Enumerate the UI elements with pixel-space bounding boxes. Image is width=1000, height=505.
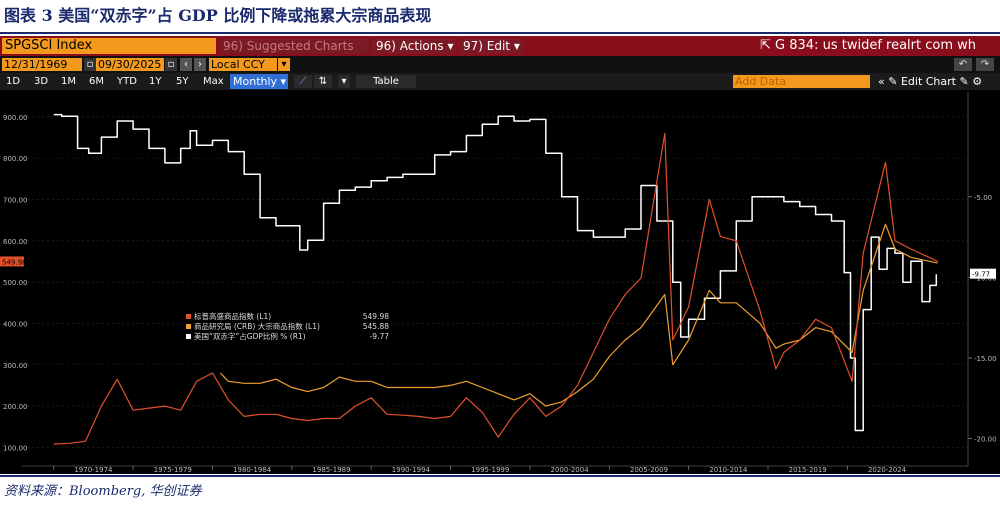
edit-menu[interactable]: 97) Edit ▾ — [459, 38, 523, 54]
left-tick-label: 600.00 — [3, 238, 28, 246]
legend-label: 标普高盛商品指数 (L1) — [194, 311, 271, 321]
left-tick-label: 100.00 — [3, 444, 28, 452]
chart-grid — [22, 116, 968, 448]
range-1d[interactable]: 1D — [6, 75, 20, 88]
legend-value: -9.77 — [370, 332, 390, 341]
collapse-icon: « — [878, 75, 885, 88]
date-range-bar: 12/31/1969 ▫ 09/30/2025 ▫ ‹ › Local CCY … — [0, 56, 1000, 73]
x-tick-label: 1980-1984 — [233, 466, 272, 474]
legend-value: 549.98 — [363, 312, 389, 321]
left-tick-label: 900.00 — [3, 114, 28, 122]
command-line[interactable]: ⇱ G 834: us twidef realrt com wh — [760, 38, 998, 54]
edit-icon: ✎ — [959, 75, 969, 88]
value-tags: 549.98 -9.77 — [0, 256, 996, 279]
redo-icon[interactable]: ↷ — [976, 58, 994, 71]
calendar-icon[interactable]: ▫ — [165, 58, 177, 71]
right-tick-label: -5.00 — [974, 194, 992, 202]
series-line-0 — [53, 132, 939, 445]
bloomberg-terminal: SPGSCI Index 96) Suggested Charts 96) Ac… — [0, 36, 1000, 474]
legend-swatch — [186, 324, 191, 329]
range-5y[interactable]: 5Y — [176, 75, 188, 88]
source-note: 资料来源：Bloomberg, 华创证券 — [4, 484, 202, 499]
edit-chart-button[interactable]: « ✎ Edit Chart ✎ ⚙ — [878, 75, 998, 88]
left-tick-label: 200.00 — [3, 403, 28, 411]
legend-swatch — [186, 314, 191, 319]
line-chart-icon[interactable]: ⟋ — [294, 75, 312, 88]
chart-legend: 标普高盛商品指数 (L1) 549.98 商品研究局 (CRB) 大宗商品指数 (L… — [183, 310, 393, 344]
x-tick-label: 1985-1989 — [312, 466, 350, 474]
frequency-label: Monthly — [233, 75, 278, 88]
start-date-field[interactable]: 12/31/1969 — [2, 58, 82, 71]
legend-value: 545.88 — [363, 322, 389, 331]
line-chart: 100.00 200.00 300.00 400.00 500.00 600.00 700.… — [0, 92, 997, 474]
range-3d[interactable]: 3D — [34, 75, 48, 88]
right-tick-label: -20.00 — [974, 436, 997, 444]
x-axis: 1970-1974 1975-1979 1980-1984 1985-1989 1990… — [22, 465, 968, 474]
end-date-field[interactable]: 09/30/2025 — [96, 58, 164, 71]
x-tick-label: 2000-2004 — [551, 466, 590, 474]
left-tick-label: 700.00 — [3, 196, 28, 204]
external-link-icon: ⇱ — [760, 38, 771, 53]
ticker-field[interactable]: SPGSCI Index — [2, 38, 216, 54]
range-1m[interactable]: 1M — [61, 75, 76, 88]
series-lines — [53, 113, 939, 445]
right-tick-label: -15.00 — [974, 355, 997, 363]
terminal-header-bar: SPGSCI Index 96) Suggested Charts 96) Ac… — [0, 36, 1000, 56]
actions-label: 96) Actions — [376, 39, 444, 53]
legend-swatch — [186, 334, 191, 339]
undo-icon[interactable]: ↶ — [954, 58, 972, 71]
left-tick-label: 500.00 — [3, 279, 28, 287]
range-6m[interactable]: 6M — [89, 75, 104, 88]
suggested-charts-menu[interactable]: 96) Suggested Charts — [219, 38, 369, 54]
range-max[interactable]: Max — [203, 75, 224, 88]
pencil-icon: ✎ — [888, 75, 898, 88]
gear-icon: ⚙ — [972, 75, 983, 88]
left-tick-label: 400.00 — [3, 320, 28, 328]
deficit-tag-label: -9.77 — [972, 271, 990, 279]
title-rule — [0, 32, 1000, 34]
add-data-input[interactable]: Add Data — [733, 75, 870, 88]
x-tick-label: 1995-1999 — [471, 466, 509, 474]
command-text: G 834: us twidef realrt com wh — [775, 38, 977, 53]
actions-menu[interactable]: 96) Actions ▾ — [372, 38, 456, 54]
frequency-select[interactable]: Monthly ▾ — [230, 74, 288, 89]
left-tick-label: 300.00 — [3, 362, 28, 370]
source-rule — [0, 475, 1000, 477]
x-tick-label: 2015-2019 — [789, 466, 827, 474]
x-tick-label: 2020-2024 — [868, 466, 907, 474]
right-axis: -5.00-10.00-15.00-20.00 — [967, 92, 997, 466]
chevron-down-icon[interactable]: ▾ — [278, 58, 290, 71]
previous-period-button[interactable]: ‹ — [180, 58, 192, 71]
next-period-button[interactable]: › — [194, 58, 206, 71]
edit-chart-label: Edit Chart — [900, 75, 956, 88]
x-tick-label: 1975-1979 — [154, 466, 192, 474]
x-tick-label: 1970-1974 — [74, 466, 113, 474]
figure-title: 图表 3 美国“双赤字”占 GDP 比例下降或拖累大宗商品表现 — [4, 6, 432, 25]
calendar-icon[interactable]: ▫ — [84, 58, 96, 71]
x-tick-label: 1990-1994 — [392, 466, 431, 474]
table-button[interactable]: Table — [356, 75, 416, 88]
chevron-down-icon: ▾ — [513, 39, 520, 53]
legend-label: 美国“双赤字”占GDP比例 % (R1) — [194, 331, 306, 341]
left-tick-label: 800.00 — [3, 155, 28, 163]
x-tick-label: 2005-2009 — [630, 466, 668, 474]
range-ytd[interactable]: YTD — [117, 75, 137, 88]
chevron-down-icon[interactable]: ▾ — [338, 75, 350, 88]
legend-label: 商品研究局 (CRB) 大宗商品指数 (L1) — [194, 321, 320, 331]
x-tick-label: 2010-2014 — [709, 466, 748, 474]
series-line-2 — [53, 113, 938, 432]
chevron-down-icon: ▾ — [280, 75, 287, 88]
chart-toolbar: 1D 3D 1M 6M YTD 1Y 5Y Max Monthly ▾ ⟋ ⇅ … — [0, 73, 1000, 90]
bar-chart-icon[interactable]: ⇅ — [314, 75, 332, 88]
edit-label: 97) Edit — [463, 39, 511, 53]
left-axis: 100.00 200.00 300.00 400.00 500.00 600.00 700.… — [3, 114, 28, 453]
price-tag-label: 549.98 — [2, 258, 27, 266]
chevron-down-icon: ▾ — [447, 39, 454, 53]
range-1y[interactable]: 1Y — [149, 75, 161, 88]
currency-select[interactable]: Local CCY — [209, 58, 277, 71]
